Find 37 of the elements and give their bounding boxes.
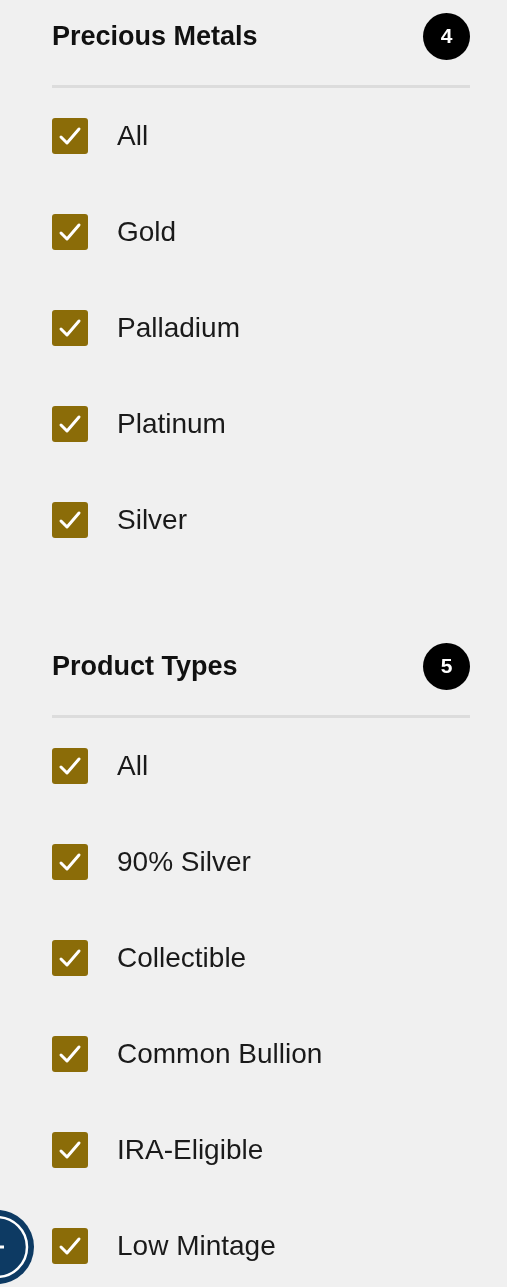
option-label[interactable]: Collectible <box>117 942 247 974</box>
checkmark-icon <box>58 1236 82 1256</box>
option-label[interactable]: Silver <box>117 504 187 536</box>
checkbox[interactable] <box>52 502 88 538</box>
checkbox[interactable] <box>52 1228 88 1264</box>
checkbox[interactable] <box>52 1036 88 1072</box>
section-title: Precious Metals <box>52 20 258 52</box>
checkmark-icon <box>58 126 82 146</box>
checkmark-icon <box>58 222 82 242</box>
option-label[interactable]: Gold <box>117 216 177 248</box>
option-label[interactable]: IRA-Eligible <box>117 1134 264 1166</box>
count-badge: 5 <box>423 642 470 690</box>
option-label[interactable]: All <box>117 750 149 782</box>
checkmark-icon <box>58 756 82 776</box>
checkbox[interactable] <box>52 118 88 154</box>
checkbox[interactable] <box>52 748 88 784</box>
option-label[interactable]: 90% Silver <box>117 846 251 878</box>
checkbox[interactable] <box>52 214 88 250</box>
checkbox[interactable] <box>52 940 88 976</box>
option-label[interactable]: Low Mintage <box>117 1230 276 1262</box>
checkmark-icon <box>58 510 82 530</box>
section-title: Product Types <box>52 650 238 682</box>
checkmark-icon <box>58 948 82 968</box>
checkbox[interactable] <box>52 406 88 442</box>
option-label[interactable]: Platinum <box>117 408 226 440</box>
checkmark-icon <box>58 852 82 872</box>
checkbox[interactable] <box>52 310 88 346</box>
checkmark-icon <box>58 414 82 434</box>
option-label[interactable]: Common Bullion <box>117 1038 323 1070</box>
checkmark-icon <box>58 1140 82 1160</box>
checkmark-icon <box>58 1044 82 1064</box>
option-label[interactable]: Palladium <box>117 312 240 344</box>
checkmark-icon <box>58 318 82 338</box>
option-label[interactable]: All <box>117 120 149 152</box>
checkbox[interactable] <box>52 1132 88 1168</box>
checkbox[interactable] <box>52 844 88 880</box>
count-badge: 4 <box>423 12 470 60</box>
